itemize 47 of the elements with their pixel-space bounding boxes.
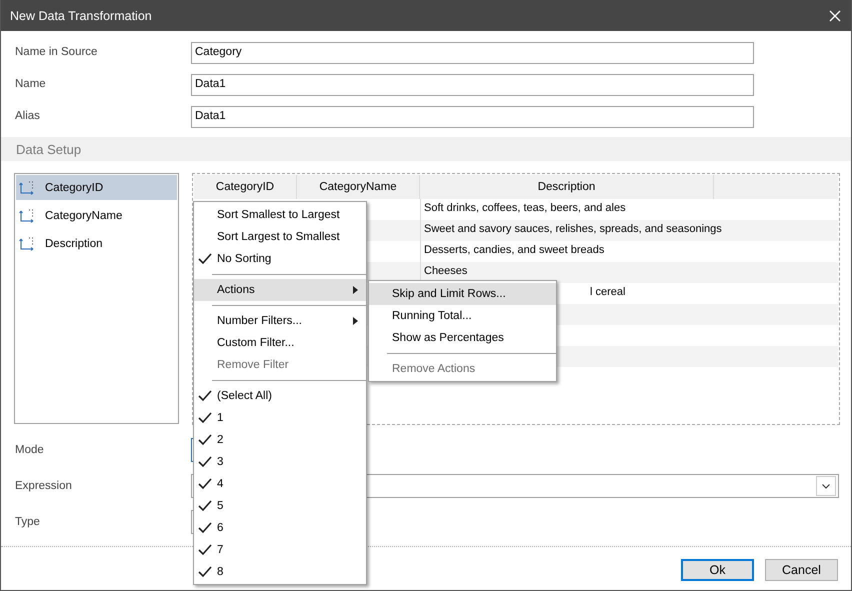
list-item[interactable]: Description — [16, 231, 177, 256]
menu-item[interactable]: Show as Percentages — [369, 327, 556, 349]
menu-item[interactable]: 1 — [194, 407, 366, 429]
field-label: Name in Source — [15, 46, 98, 58]
table-cell: Sweet and savory sauces, relishes, spreads, and seasonings — [424, 223, 722, 235]
column-header[interactable]: CategoryID — [194, 175, 297, 199]
menu-item[interactable]: 6 — [194, 517, 366, 539]
field-label: Type — [15, 516, 41, 528]
chevron-down-icon[interactable] — [816, 476, 836, 496]
menu-item[interactable]: 5 — [194, 495, 366, 517]
menu-item[interactable]: Skip and Limit Rows... — [369, 283, 556, 305]
dialog-button[interactable]: Ok — [681, 559, 754, 581]
table-cell: Desserts, candies, and sweet breads — [424, 244, 604, 256]
menu-item[interactable]: 7 — [194, 539, 366, 561]
menu-item[interactable]: Sort Largest to Smallest — [194, 226, 366, 248]
menu-item[interactable]: Actions — [194, 279, 366, 301]
menu-item[interactable]: 2 — [194, 429, 366, 451]
field-label: Expression — [15, 480, 73, 492]
section-title: Data Setup — [16, 142, 82, 156]
menu-item[interactable]: Custom Filter... — [194, 332, 366, 354]
column-header[interactable]: Description — [420, 175, 714, 199]
menu-item[interactable]: (Select All) — [194, 385, 366, 407]
menu-item[interactable]: 8 — [194, 561, 366, 583]
close-icon[interactable] — [829, 10, 841, 22]
field-label: Name — [15, 78, 47, 90]
list-item[interactable]: CategoryName — [16, 203, 177, 228]
column-header[interactable]: CategoryName — [297, 175, 420, 199]
field-label: Mode — [15, 444, 45, 456]
field-label: Alias — [15, 110, 41, 122]
column-icon — [19, 236, 35, 250]
text-field[interactable]: Data1 — [191, 74, 754, 96]
text-field[interactable]: Data1 — [191, 106, 754, 128]
menu-item[interactable]: Sort Smallest to Largest — [194, 204, 366, 226]
table-cell: Soft drinks, coffees, teas, beers, and ales — [424, 202, 626, 214]
menu-item[interactable]: No Sorting — [194, 248, 366, 270]
menu-item[interactable]: Number Filters... — [194, 310, 366, 332]
table-cell: l cereal — [590, 286, 626, 298]
text-field[interactable]: Category — [191, 42, 754, 64]
column-icon — [19, 208, 35, 222]
dialog-button[interactable]: Cancel — [765, 559, 838, 581]
table-cell: Cheeses — [424, 265, 468, 277]
window-title: New Data Transformation — [10, 8, 152, 22]
menu-item[interactable]: 4 — [194, 473, 366, 495]
menu-item[interactable]: 3 — [194, 451, 366, 473]
menu-item[interactable]: Running Total... — [369, 305, 556, 327]
column-icon — [19, 180, 35, 194]
list-item[interactable]: CategoryID — [16, 175, 177, 200]
